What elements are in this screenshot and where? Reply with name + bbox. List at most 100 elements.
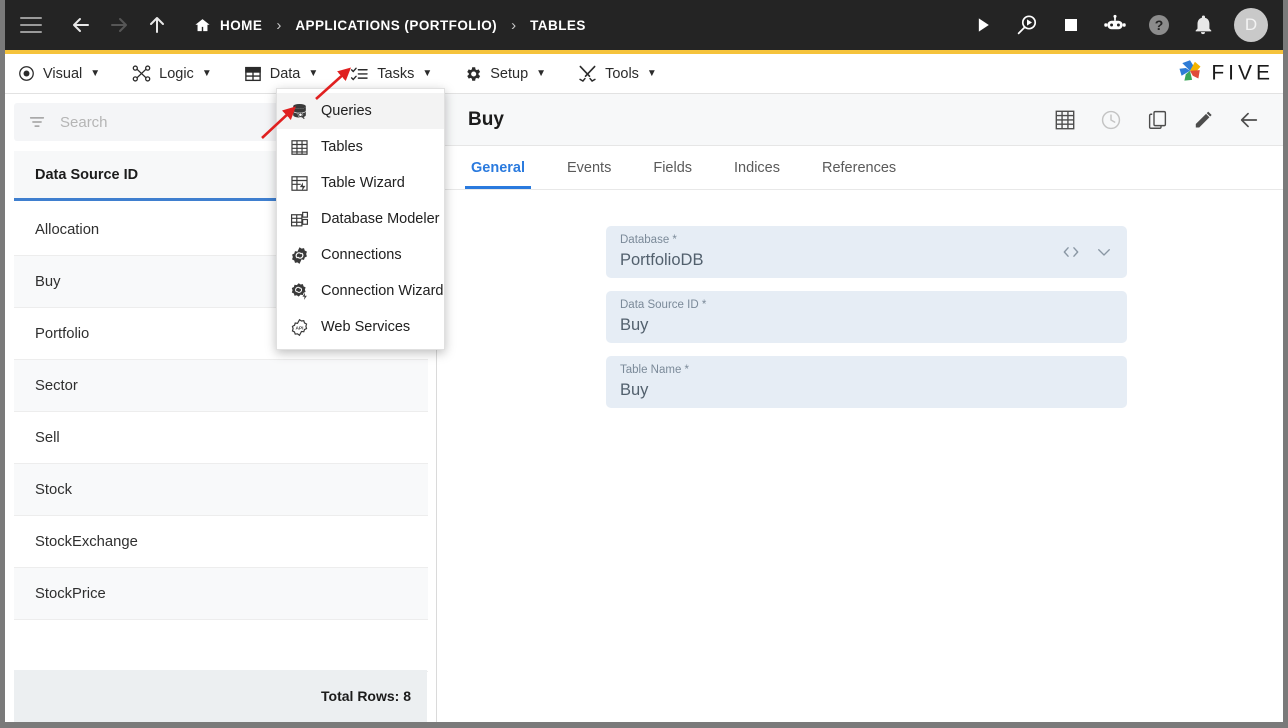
topbar-action-group: ? D [970, 8, 1283, 42]
menu-tools-label: Tools [605, 65, 639, 82]
chevron-down-icon: ▼ [422, 68, 433, 79]
edit-pencil-icon[interactable] [1191, 108, 1215, 132]
breadcrumb-applications[interactable]: APPLICATIONS (PORTFOLIO) [295, 18, 497, 33]
top-navigation-bar: HOME › APPLICATIONS (PORTFOLIO) › TABLES [5, 0, 1283, 50]
home-icon [194, 17, 211, 34]
menu-item-connection-wizard-label: Connection Wizard [321, 283, 444, 299]
column-header-label: Data Source ID [35, 166, 139, 183]
up-arrow-icon[interactable] [142, 10, 172, 40]
list-item[interactable]: Sector [14, 360, 428, 412]
tab-general[interactable]: General [465, 160, 531, 189]
list-item-label: Sector [35, 377, 78, 394]
chevron-down-icon: ▼ [536, 68, 547, 79]
menu-tasks[interactable]: Tasks ▼ [350, 65, 432, 83]
list-item[interactable]: StockPrice [14, 568, 428, 620]
chevron-down-icon: ▼ [646, 68, 657, 79]
table-detail-panel: Buy General Events Fields Indices Refere… [438, 94, 1283, 722]
menu-item-database-modeler[interactable]: Database Modeler [277, 201, 444, 237]
tab-fields[interactable]: Fields [647, 160, 698, 189]
user-avatar[interactable]: D [1234, 8, 1268, 42]
menu-logic[interactable]: Logic ▼ [132, 65, 212, 82]
logic-nodes-icon [132, 65, 151, 82]
database-field-label: Database * [620, 234, 677, 246]
avatar-initial: D [1244, 15, 1258, 34]
filter-icon[interactable] [28, 113, 46, 131]
tab-fields-label: Fields [653, 160, 693, 176]
bot-icon[interactable] [1102, 12, 1128, 38]
list-item[interactable]: Sell [14, 412, 428, 464]
tab-events[interactable]: Events [561, 160, 617, 189]
menu-item-queries[interactable]: Queries [277, 93, 444, 129]
menu-item-tables[interactable]: Tables [277, 129, 444, 165]
chevron-down-icon: ▼ [90, 68, 101, 79]
detail-action-group [1053, 108, 1261, 132]
web-services-api-icon: API [289, 317, 309, 337]
menu-visual[interactable]: Visual ▼ [18, 65, 100, 82]
tab-general-label: General [471, 160, 525, 176]
eye-icon [18, 65, 35, 82]
menu-item-connection-wizard[interactable]: Connection Wizard [277, 273, 444, 309]
menu-data[interactable]: Data ▼ [244, 65, 319, 83]
app-window: HOME › APPLICATIONS (PORTFOLIO) › TABLES [0, 0, 1288, 728]
tab-indices-label: Indices [734, 160, 780, 176]
general-tab-form: Database * PortfolioDB Data Source ID * … [438, 190, 1283, 722]
menu-data-label: Data [269, 65, 301, 82]
menu-visual-label: Visual [43, 65, 83, 82]
tab-indices[interactable]: Indices [728, 160, 786, 189]
forward-arrow-icon[interactable] [104, 10, 134, 40]
data-grid-icon[interactable] [1053, 108, 1077, 132]
list-item-label: Stock [35, 481, 73, 498]
notifications-bell-icon[interactable] [1190, 12, 1216, 38]
help-icon[interactable]: ? [1146, 12, 1172, 38]
list-item-label: Allocation [35, 221, 100, 238]
tools-icon [578, 64, 597, 83]
list-item-label: Portfolio [35, 325, 90, 342]
menu-item-database-modeler-label: Database Modeler [321, 211, 440, 227]
database-field-adornments [1061, 243, 1113, 261]
run-icon[interactable] [970, 12, 996, 38]
tables-icon [289, 137, 309, 157]
tab-references[interactable]: References [816, 160, 902, 189]
stop-icon[interactable] [1058, 12, 1084, 38]
menu-item-web-services[interactable]: API Web Services [277, 309, 444, 345]
gear-icon [464, 65, 482, 83]
database-modeler-icon [289, 209, 309, 229]
menu-item-connections[interactable]: Connections [277, 237, 444, 273]
page-title: Buy [468, 108, 504, 130]
breadcrumb-tables[interactable]: TABLES [530, 18, 586, 33]
detail-tabs: General Events Fields Indices References [438, 146, 1283, 190]
menu-item-table-wizard-label: Table Wizard [321, 175, 405, 191]
back-arrow-icon[interactable] [1237, 108, 1261, 132]
menu-item-table-wizard[interactable]: Table Wizard [277, 165, 444, 201]
menu-setup[interactable]: Setup ▼ [464, 65, 546, 83]
history-clock-icon[interactable] [1099, 108, 1123, 132]
table-name-field[interactable]: Table Name * Buy [606, 356, 1127, 408]
detail-header: Buy [438, 94, 1283, 146]
duplicate-icon[interactable] [1145, 108, 1169, 132]
code-brackets-icon[interactable] [1061, 244, 1081, 260]
chevron-down-icon[interactable] [1095, 243, 1113, 261]
breadcrumb-separator-2: › [511, 16, 517, 34]
list-item-label: StockExchange [35, 533, 138, 550]
hamburger-menu-icon[interactable] [20, 17, 42, 33]
menu-tools[interactable]: Tools ▼ [578, 64, 657, 83]
list-item[interactable]: Stock [14, 464, 428, 516]
list-item-label: Buy [35, 273, 61, 290]
five-brand-text: FIVE [1211, 61, 1274, 85]
list-item-empty [14, 620, 428, 672]
menu-item-tables-label: Tables [321, 139, 363, 155]
database-field[interactable]: Database * PortfolioDB [606, 226, 1127, 278]
back-arrow-icon[interactable] [66, 10, 96, 40]
breadcrumb-home[interactable]: HOME [194, 17, 262, 34]
breadcrumb-home-label: HOME [220, 17, 263, 33]
menu-setup-label: Setup [490, 65, 529, 82]
chevron-down-icon: ▼ [308, 68, 319, 79]
menu-item-web-services-label: Web Services [321, 319, 411, 335]
list-item[interactable]: StockExchange [14, 516, 428, 568]
debug-icon[interactable] [1014, 12, 1040, 38]
data-source-id-field[interactable]: Data Source ID * Buy [606, 291, 1127, 343]
table-grid-icon [244, 65, 262, 83]
breadcrumb-separator-1: › [276, 16, 282, 34]
menu-item-queries-label: Queries [321, 103, 372, 119]
five-brand-logo: FIVE [1176, 57, 1274, 90]
